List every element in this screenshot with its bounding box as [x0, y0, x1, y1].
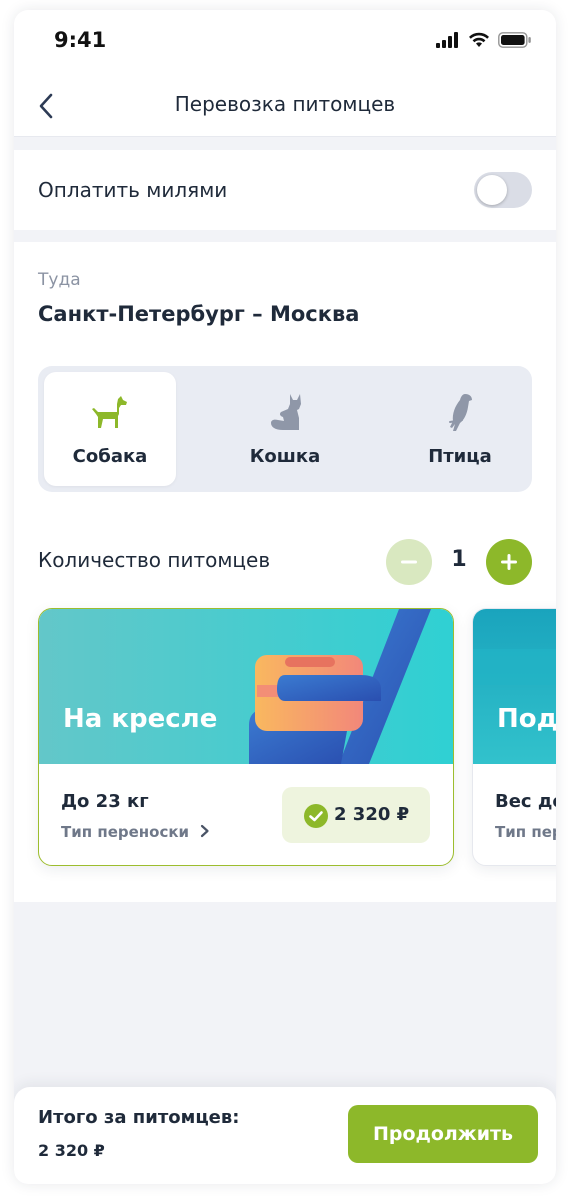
pet-type-dog[interactable]: Собака: [44, 372, 176, 486]
pet-type-bird-label: Птица: [428, 446, 492, 467]
carrier-type-label: Тип пер: [495, 823, 556, 841]
pet-count-label: Количество питомцев: [38, 548, 271, 572]
signal-icon: [436, 32, 458, 48]
pet-type-cat-label: Кошка: [249, 446, 321, 467]
option-card-under-seat[interactable]: Под Вес до Тип пер: [472, 608, 556, 866]
option-price: 2 320 ₽: [334, 804, 410, 825]
pay-with-miles-row: Оплатить милями: [14, 150, 556, 230]
increase-count-button[interactable]: [486, 539, 532, 585]
pet-type-dog-label: Собака: [72, 446, 148, 467]
pet-type-selector: Собака Кошка Птица: [38, 366, 532, 492]
carrier-type-link[interactable]: Тип пер: [495, 823, 556, 841]
pet-transport-card: Туда Санкт-Петербург – Москва Собака Кош…: [14, 242, 556, 902]
price-badge: 2 320 ₽: [282, 787, 430, 843]
total-label: Итого за питомцев:: [38, 1107, 240, 1128]
toggle-knob: [477, 175, 507, 205]
minus-icon: [401, 560, 417, 564]
option-weight-limit: До 23 кг: [61, 791, 149, 812]
pet-type-bird[interactable]: Птица: [394, 372, 526, 486]
phone-screen: 9:41 Перевозка питомцев Оплатить милями …: [14, 10, 556, 1184]
pet-count-value: 1: [451, 547, 467, 572]
carrier-type-label: Тип переноски: [61, 823, 190, 841]
top-bar: 9:41 Перевозка питомцев: [14, 10, 556, 137]
status-icons: [436, 32, 532, 48]
option-card-in-seat[interactable]: На кресле До 23 кг Тип переноски 2 320 ₽: [38, 608, 454, 866]
check-circle-icon: [304, 804, 328, 828]
option-title: Под: [497, 704, 556, 734]
bottom-summary-bar: Итого за питомцев: 2 320 ₽ Продолжить: [14, 1087, 556, 1184]
decrease-count-button[interactable]: [386, 539, 432, 585]
continue-button[interactable]: Продолжить: [348, 1105, 538, 1163]
plus-icon: [501, 554, 517, 570]
bird-icon: [449, 394, 472, 431]
direction-label: Туда: [38, 270, 81, 290]
status-time: 9:41: [54, 28, 107, 52]
route-title: Санкт-Петербург – Москва: [38, 302, 360, 326]
pet-type-cat[interactable]: Кошка: [219, 372, 351, 486]
dog-icon: [92, 396, 127, 428]
battery-icon: [498, 32, 531, 48]
total-value: 2 320 ₽: [38, 1141, 105, 1160]
in-seat-illustration: [39, 609, 453, 764]
page-title: Перевозка питомцев: [174, 92, 396, 116]
under-seat-illustration: [473, 609, 556, 764]
wifi-icon: [469, 32, 489, 47]
option-title: На кресле: [63, 704, 218, 734]
cat-icon: [271, 394, 301, 430]
carrier-type-link[interactable]: Тип переноски: [61, 823, 212, 841]
pay-with-miles-label: Оплатить милями: [38, 178, 228, 202]
chevron-right-icon: [201, 824, 209, 838]
option-weight-limit: Вес до: [495, 791, 556, 812]
pay-with-miles-toggle[interactable]: [474, 172, 532, 208]
